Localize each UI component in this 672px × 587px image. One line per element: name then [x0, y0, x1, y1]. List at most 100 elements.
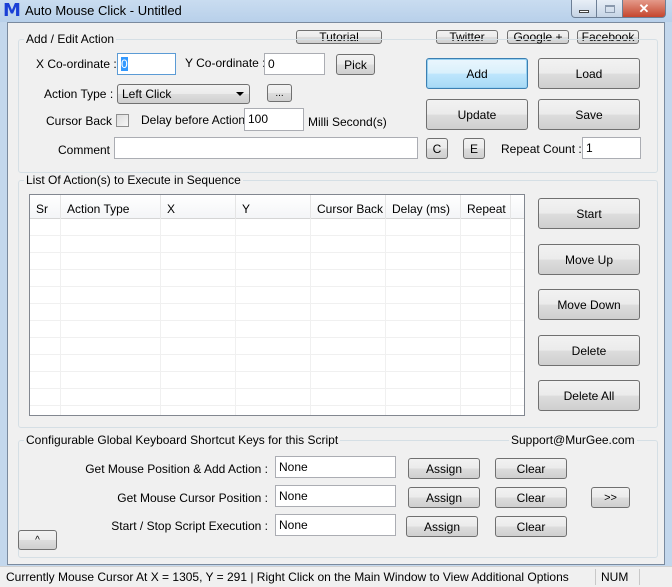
y-coordinate-input[interactable]: 0 — [264, 53, 325, 75]
table-cell — [161, 321, 236, 338]
table-cell — [461, 355, 511, 372]
table-cell — [386, 236, 461, 253]
column-header-y[interactable]: Y — [236, 195, 311, 219]
column-header-sr[interactable]: Sr — [30, 195, 61, 219]
assign-button-start-stop[interactable]: Assign — [406, 516, 478, 537]
close-button[interactable]: ✕ — [623, 0, 666, 18]
add-button[interactable]: Add — [426, 58, 528, 89]
chevron-down-icon — [236, 92, 244, 96]
c-button[interactable]: C — [426, 138, 448, 159]
update-button[interactable]: Update — [426, 99, 528, 130]
table-cell — [236, 270, 311, 287]
table-row — [30, 253, 524, 270]
table-cell — [236, 253, 311, 270]
e-button[interactable]: E — [463, 138, 485, 159]
table-row — [30, 372, 524, 389]
table-row — [30, 287, 524, 304]
column-header-delay[interactable]: Delay (ms) — [386, 195, 461, 219]
table-cell — [161, 355, 236, 372]
table-cell — [161, 287, 236, 304]
table-cell — [311, 389, 386, 406]
table-cell — [461, 338, 511, 355]
repeat-count-input[interactable]: 1 — [582, 137, 641, 159]
clear-button-cursor-position[interactable]: Clear — [495, 487, 567, 508]
table-row — [30, 338, 524, 355]
window-title: Auto Mouse Click - Untitled — [25, 3, 182, 18]
collapse-button[interactable]: ^ — [18, 530, 57, 550]
table-cell — [161, 304, 236, 321]
repeat-count-label: Repeat Count : — [501, 142, 582, 156]
table-cell — [236, 389, 311, 406]
table-cell — [61, 321, 161, 338]
table-row — [30, 406, 524, 415]
pick-button[interactable]: Pick — [336, 54, 375, 75]
more-options-button[interactable]: ... — [267, 84, 292, 102]
shortcut-input-start-stop[interactable]: None — [275, 514, 396, 536]
delay-label: Delay before Action : — [141, 113, 252, 127]
table-cell — [461, 406, 511, 415]
table-cell — [386, 389, 461, 406]
maximize-button[interactable] — [597, 0, 623, 18]
action-type-dropdown[interactable]: Left Click — [117, 84, 250, 104]
move-up-button[interactable]: Move Up — [538, 244, 640, 275]
action-list-group-title: List Of Action(s) to Execute in Sequence — [24, 173, 243, 187]
table-cell — [461, 321, 511, 338]
action-list[interactable]: Sr Action Type X Y Cursor Back Delay (ms… — [29, 194, 525, 416]
table-cell — [30, 321, 61, 338]
delete-button[interactable]: Delete — [538, 335, 640, 366]
table-cell — [236, 236, 311, 253]
table-cell — [61, 406, 161, 415]
assign-button-cursor-position[interactable]: Assign — [408, 487, 480, 508]
table-cell — [236, 304, 311, 321]
assign-button-add-action[interactable]: Assign — [408, 458, 480, 479]
table-cell — [61, 287, 161, 304]
save-button[interactable]: Save — [538, 99, 640, 130]
table-cell — [311, 219, 386, 236]
table-cell — [386, 270, 461, 287]
table-cell — [311, 406, 386, 415]
title-bar: M Auto Mouse Click - Untitled ✕ — [0, 0, 672, 22]
table-cell — [311, 321, 386, 338]
delay-input[interactable]: 100 — [244, 108, 304, 131]
status-separator — [639, 569, 640, 585]
support-email[interactable]: Support@MurGee.com — [509, 433, 637, 447]
num-lock-indicator: NUM — [601, 570, 629, 584]
table-cell — [386, 338, 461, 355]
column-header-cursor-back[interactable]: Cursor Back — [311, 195, 386, 219]
comment-input[interactable] — [114, 137, 418, 159]
table-cell — [61, 389, 161, 406]
table-row — [30, 219, 524, 236]
minimize-icon — [579, 10, 589, 13]
table-cell — [61, 304, 161, 321]
table-cell — [461, 253, 511, 270]
table-cell — [311, 270, 386, 287]
start-button[interactable]: Start — [538, 198, 640, 229]
cursor-back-checkbox[interactable] — [116, 114, 129, 127]
minimize-button[interactable] — [571, 0, 597, 18]
table-cell — [161, 236, 236, 253]
table-cell — [311, 372, 386, 389]
expand-button[interactable]: >> — [591, 487, 630, 508]
window-controls: ✕ — [571, 0, 666, 18]
shortcut-input-cursor-position[interactable]: None — [275, 485, 396, 507]
table-cell — [30, 270, 61, 287]
table-cell — [30, 253, 61, 270]
move-down-button[interactable]: Move Down — [538, 289, 640, 320]
x-coordinate-input[interactable]: 0 — [117, 53, 176, 75]
column-header-x[interactable]: X — [161, 195, 236, 219]
load-button[interactable]: Load — [538, 58, 640, 89]
table-cell — [311, 304, 386, 321]
table-cell — [30, 287, 61, 304]
shortcut-input-add-action[interactable]: None — [275, 456, 396, 478]
table-cell — [161, 270, 236, 287]
table-cell — [461, 236, 511, 253]
clear-button-start-stop[interactable]: Clear — [495, 516, 567, 537]
status-bar: Currently Mouse Cursor At X = 1305, Y = … — [0, 566, 672, 587]
delete-all-button[interactable]: Delete All — [538, 380, 640, 411]
column-header-repeat[interactable]: Repeat — [461, 195, 511, 219]
column-header-action-type[interactable]: Action Type — [61, 195, 161, 219]
comment-label: Comment : — [58, 143, 117, 157]
clear-button-add-action[interactable]: Clear — [495, 458, 567, 479]
table-row — [30, 304, 524, 321]
table-cell — [386, 321, 461, 338]
